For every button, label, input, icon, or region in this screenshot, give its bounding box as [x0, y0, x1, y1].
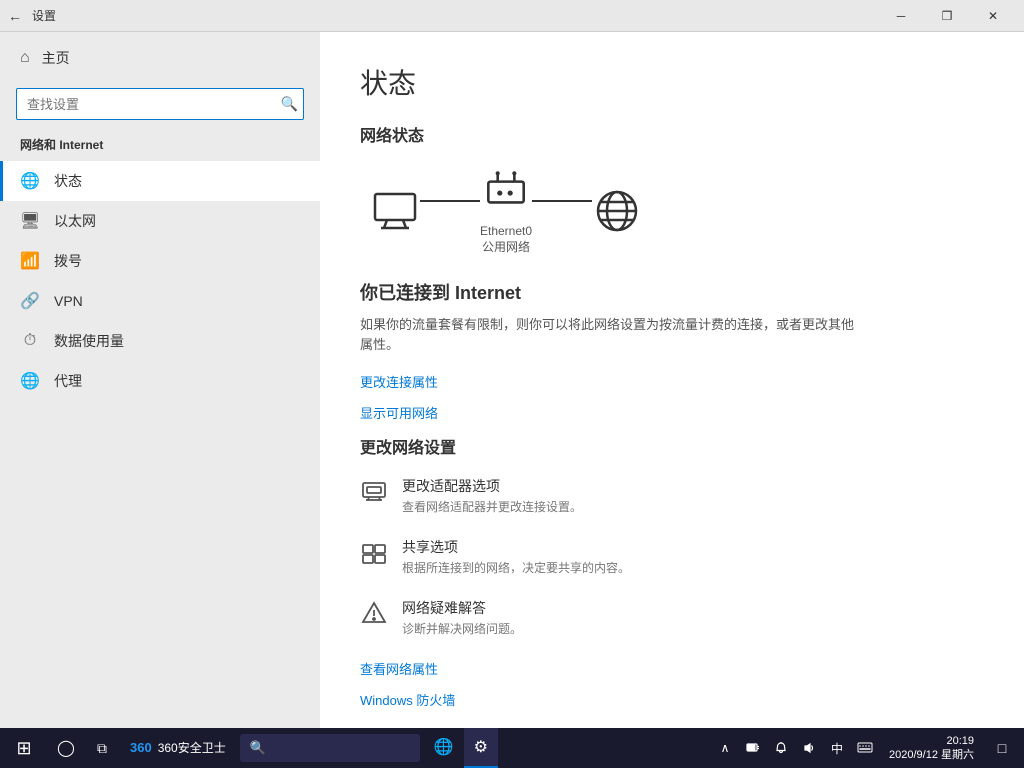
- sidebar-item-status[interactable]: 🌐 状态: [0, 161, 320, 201]
- sharing-title: 共享选项: [402, 537, 630, 557]
- minimize-button[interactable]: ─: [878, 0, 924, 32]
- data-usage-icon: ⏱: [20, 332, 40, 350]
- sidebar-dial-label: 拨号: [54, 251, 82, 271]
- tray-volume[interactable]: [797, 728, 821, 768]
- status-icon: 🌐: [20, 171, 40, 191]
- tray-keyboard[interactable]: [853, 728, 877, 768]
- vpn-icon: 🔗: [20, 291, 40, 311]
- sidebar-item-data-usage[interactable]: ⏱ 数据使用量: [0, 321, 320, 361]
- sidebar-section-title: 网络和 Internet: [0, 132, 320, 161]
- sidebar-proxy-label: 代理: [54, 371, 82, 391]
- network-status-heading: 网络状态: [360, 122, 984, 146]
- sharing-desc: 根据所连接到的网络，决定要共享的内容。: [402, 559, 630, 576]
- adapter-text: 更改适配器选项 查看网络适配器并更改连接设置。: [402, 476, 582, 515]
- sidebar-item-vpn[interactable]: 🔗 VPN: [0, 281, 320, 321]
- sidebar-home[interactable]: ⌂ 主页: [0, 32, 320, 84]
- tray-battery[interactable]: [741, 728, 765, 768]
- sharing-icon: [360, 539, 388, 571]
- start-button[interactable]: ⊞: [0, 728, 48, 768]
- sidebar-ethernet-label: 以太网: [54, 211, 96, 231]
- line-2: [532, 200, 592, 202]
- sidebar-vpn-label: VPN: [54, 293, 83, 309]
- taskbar-search-icon: 🔍: [250, 740, 266, 756]
- content-area: 状态 网络状态: [320, 32, 1024, 728]
- ethernet-label: Ethernet0 公用网络: [480, 224, 532, 255]
- adapter-options-item[interactable]: 更改适配器选项 查看网络适配器并更改连接设置。: [360, 476, 984, 515]
- troubleshoot-desc: 诊断并解决网络问题。: [402, 620, 522, 637]
- troubleshoot-text: 网络疑难解答 诊断并解决网络问题。: [402, 598, 522, 637]
- connected-desc: 如果你的流量套餐有限制，则你可以将此网络设置为按流量计费的连接，或者更改其他属性…: [360, 315, 860, 354]
- title-bar: ← 设置 ─ ❒ ✕: [0, 0, 1024, 32]
- taskbar-network-icon: 🌐: [434, 737, 454, 757]
- maximize-button[interactable]: ❒: [924, 0, 970, 32]
- proxy-icon: 🌐: [20, 371, 40, 391]
- sidebar-data-usage-label: 数据使用量: [54, 331, 124, 351]
- tray-up-arrow[interactable]: ∧: [713, 728, 737, 768]
- cortana-button[interactable]: ◯: [48, 728, 84, 768]
- network-properties-link[interactable]: 查看网络属性: [360, 659, 984, 678]
- search-icon-button[interactable]: 🔍: [281, 96, 298, 113]
- taskbar-app-360[interactable]: 360 360安全卫士: [120, 728, 236, 768]
- sidebar-item-ethernet[interactable]: 🖥 以太网: [0, 201, 320, 241]
- troubleshoot-title: 网络疑难解答: [402, 598, 522, 618]
- router-icon: Ethernet0 公用网络: [480, 166, 532, 255]
- app-360-label: 360安全卫士: [158, 739, 226, 756]
- connected-title: 你已连接到 Internet: [360, 279, 984, 305]
- taskbar-clock[interactable]: 20:19 2020/9/12 星期六: [881, 728, 982, 768]
- clock-time: 20:19: [946, 734, 974, 748]
- notification-button[interactable]: □: [986, 728, 1018, 768]
- taskbar-app-network[interactable]: 🌐: [424, 728, 464, 768]
- windows-firewall-link[interactable]: Windows 防火墙: [360, 690, 984, 709]
- globe-icon: [592, 186, 642, 236]
- line-1: [420, 200, 480, 202]
- search-box: 🔍: [16, 88, 304, 120]
- tray-bell[interactable]: [769, 728, 793, 768]
- adapter-icon: [360, 478, 388, 510]
- page-title: 状态: [360, 62, 984, 102]
- main-layout: ⌂ 主页 🔍 网络和 Internet 🌐 状态 🖥 以太网 📶 拨号 🔗 VP…: [0, 32, 1024, 728]
- network-diagram: Ethernet0 公用网络: [370, 166, 984, 255]
- dial-icon: 📶: [20, 251, 40, 271]
- sidebar: ⌂ 主页 🔍 网络和 Internet 🌐 状态 🖥 以太网 📶 拨号 🔗 VP…: [0, 32, 320, 728]
- close-button[interactable]: ✕: [970, 0, 1016, 32]
- troubleshoot-item[interactable]: 网络疑难解答 诊断并解决网络问题。: [360, 598, 984, 637]
- home-icon: ⌂: [20, 49, 30, 67]
- taskbar-app-settings[interactable]: ⚙: [464, 728, 498, 768]
- change-properties-link[interactable]: 更改连接属性: [360, 372, 984, 391]
- task-view-button[interactable]: ⧉: [84, 728, 120, 768]
- sidebar-item-dial[interactable]: 📶 拨号: [0, 241, 320, 281]
- adapter-desc: 查看网络适配器并更改连接设置。: [402, 498, 582, 515]
- show-networks-link[interactable]: 显示可用网络: [360, 403, 984, 422]
- computer-icon: [370, 186, 420, 236]
- taskbar: ⊞ ◯ ⧉ 360 360安全卫士 🔍 🌐 ⚙ ∧: [0, 728, 1024, 768]
- tray-ime-zh[interactable]: 中: [825, 728, 849, 768]
- home-label: 主页: [42, 48, 70, 68]
- ethernet-icon: 🖥: [20, 211, 40, 231]
- sidebar-status-label: 状态: [54, 171, 82, 191]
- window-title: 设置: [32, 7, 56, 24]
- app-360-icon: 360: [130, 740, 152, 755]
- taskbar-right: ∧ 中: [713, 728, 1024, 768]
- back-button[interactable]: ←: [8, 8, 22, 24]
- search-input[interactable]: [16, 88, 304, 120]
- change-network-title: 更改网络设置: [360, 434, 984, 458]
- title-bar-left: ← 设置: [8, 7, 56, 24]
- taskbar-search-bar[interactable]: 🔍: [240, 734, 420, 762]
- window-controls: ─ ❒ ✕: [878, 0, 1016, 32]
- sharing-text: 共享选项 根据所连接到的网络，决定要共享的内容。: [402, 537, 630, 576]
- sidebar-item-proxy[interactable]: 🌐 代理: [0, 361, 320, 401]
- adapter-title: 更改适配器选项: [402, 476, 582, 496]
- troubleshoot-icon: [360, 600, 388, 632]
- sharing-options-item[interactable]: 共享选项 根据所连接到的网络，决定要共享的内容。: [360, 537, 984, 576]
- taskbar-settings-icon: ⚙: [474, 737, 488, 757]
- clock-date: 2020/9/12 星期六: [889, 748, 974, 762]
